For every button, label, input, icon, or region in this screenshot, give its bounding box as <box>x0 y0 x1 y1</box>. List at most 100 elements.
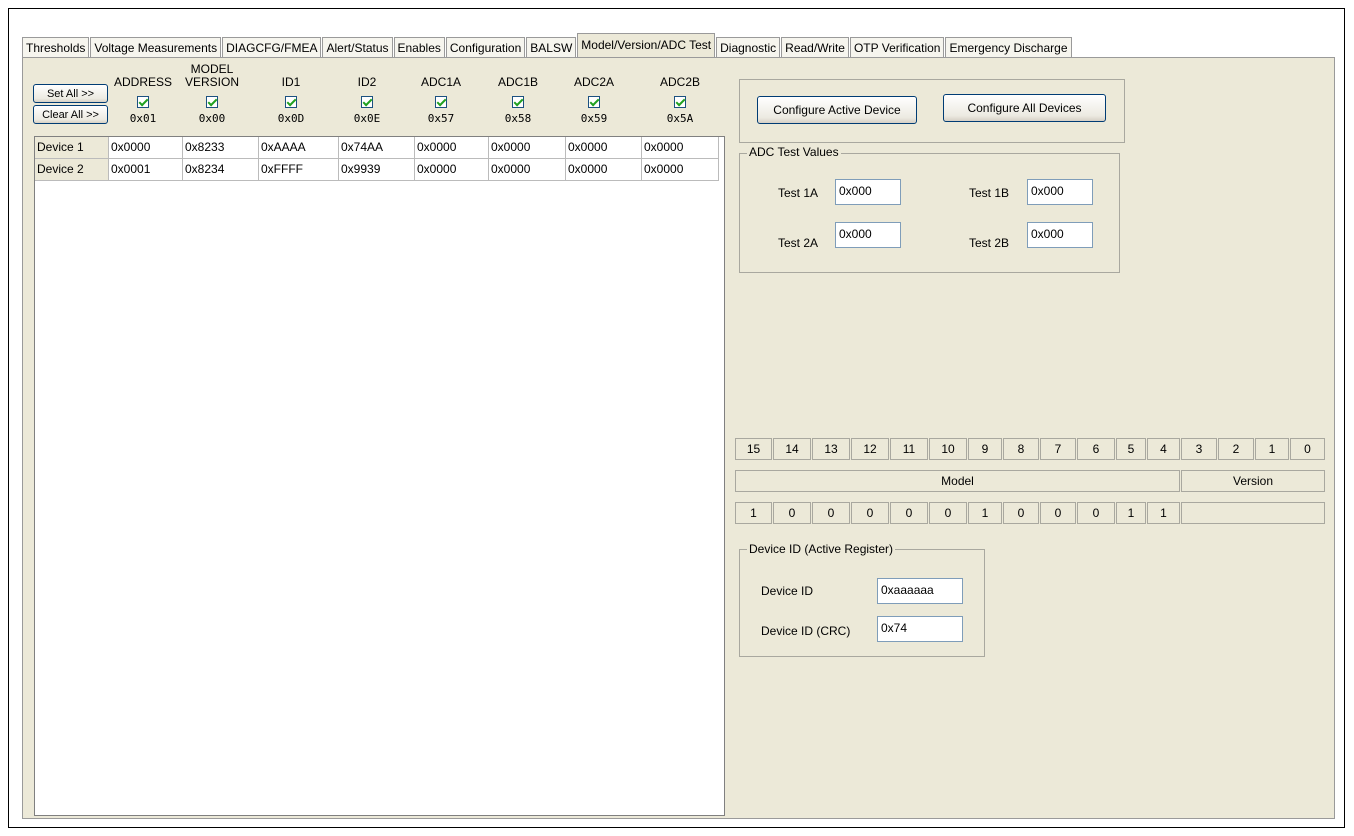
table-cell[interactable]: 0x0000 <box>415 159 489 181</box>
column-address: 0x00 <box>198 112 226 125</box>
bit-header: 3 <box>1181 438 1217 460</box>
bit-header: 9 <box>968 438 1002 460</box>
column-header: ADC1A <box>420 75 461 89</box>
bit-header: 15 <box>735 438 772 460</box>
configure-all-devices-button[interactable]: Configure All Devices <box>943 94 1106 122</box>
tab-balsw[interactable]: BALSW <box>526 37 577 57</box>
column-checkbox[interactable] <box>435 96 447 108</box>
bit-header: 12 <box>851 438 889 460</box>
column-checkbox[interactable] <box>674 96 686 108</box>
column-address: 0x01 <box>129 112 157 125</box>
test-2b-label: Test 2B <box>969 236 1010 250</box>
bit-value: 0 <box>890 502 928 524</box>
column-address: 0x59 <box>580 112 608 125</box>
bit-header: 5 <box>1116 438 1146 460</box>
tab-alert-status[interactable]: Alert/Status <box>322 37 393 57</box>
column-header: ID2 <box>357 75 377 89</box>
column-header: ADC2B <box>659 75 700 89</box>
column-checkbox[interactable] <box>206 96 218 108</box>
column-address: 0x5A <box>666 112 694 125</box>
device-id-crc-input[interactable]: 0x74 <box>877 616 963 642</box>
table-cell[interactable]: 0xAAAA <box>259 137 339 159</box>
column-checkbox[interactable] <box>137 96 149 108</box>
column-header: ADC2A <box>573 75 614 89</box>
set-all-button[interactable]: Set All >> <box>33 84 108 103</box>
bit-value: 1 <box>968 502 1002 524</box>
tab-enables[interactable]: Enables <box>393 37 445 57</box>
column-header: ID1 <box>281 75 301 89</box>
table-cell[interactable]: 0x74AA <box>339 137 415 159</box>
bit-header: 1 <box>1255 438 1289 460</box>
device-id-input[interactable]: 0xaaaaaa <box>877 578 963 604</box>
tab-configuration[interactable]: Configuration <box>445 37 526 57</box>
bit-header: 7 <box>1040 438 1076 460</box>
tab-read-write[interactable]: Read/Write <box>781 37 849 57</box>
table-cell[interactable]: 0x0001 <box>109 159 183 181</box>
tab-emergency-discharge[interactable]: Emergency Discharge <box>945 37 1072 57</box>
table-cell[interactable]: 0x0000 <box>109 137 183 159</box>
adc-test-values-group <box>739 153 1120 273</box>
table-cell[interactable]: 0x0000 <box>642 159 719 181</box>
tab-otp-verification[interactable]: OTP Verification <box>849 37 945 57</box>
row-header[interactable]: Device 2 <box>35 159 109 181</box>
bit-header: 14 <box>773 438 811 460</box>
model-bits-label: Model <box>735 470 1180 492</box>
table-cell[interactable]: 0x8233 <box>183 137 259 159</box>
version-bits-value <box>1181 502 1325 524</box>
table-cell[interactable]: 0x0000 <box>566 159 642 181</box>
device-id-crc-label: Device ID (CRC) <box>761 624 851 638</box>
bit-header: 6 <box>1077 438 1115 460</box>
bit-header: 0 <box>1290 438 1325 460</box>
column-checkbox[interactable] <box>285 96 297 108</box>
tab-thresholds[interactable]: Thresholds <box>22 37 90 57</box>
column-address: 0x58 <box>504 112 532 125</box>
bit-value: 0 <box>773 502 811 524</box>
test-2b-input[interactable]: 0x000 <box>1027 222 1093 248</box>
table-cell[interactable]: 0x0000 <box>642 137 719 159</box>
table-row[interactable]: Device 1 0x0000 0x8233 0xAAAA 0x74AA 0x0000 0x… <box>35 137 719 159</box>
test-1a-input[interactable]: 0x000 <box>835 179 901 205</box>
row-header[interactable]: Device 1 <box>35 137 109 159</box>
tab-diagnostic[interactable]: Diagnostic <box>716 37 781 57</box>
column-checkbox[interactable] <box>512 96 524 108</box>
clear-all-button[interactable]: Clear All >> <box>33 105 108 124</box>
column-header: ADC1B <box>497 75 538 89</box>
test-1b-label: Test 1B <box>969 186 1010 200</box>
tab-diagcfg-fmea[interactable]: DIAGCFG/FMEA <box>222 37 322 57</box>
table-cell[interactable]: 0x8234 <box>183 159 259 181</box>
bit-value: 0 <box>1077 502 1115 524</box>
register-grid[interactable]: Device 1 0x0000 0x8233 0xAAAA 0x74AA 0x0000 0x… <box>34 136 725 816</box>
table-cell[interactable]: 0x0000 <box>489 137 566 159</box>
table-row[interactable]: Device 2 0x0001 0x8234 0xFFFF 0x9939 0x0000 0x… <box>35 159 719 181</box>
device-id-legend: Device ID (Active Register) <box>747 542 896 556</box>
bit-header: 10 <box>929 438 967 460</box>
bit-value: 1 <box>1116 502 1146 524</box>
test-2a-input[interactable]: 0x000 <box>835 222 901 248</box>
bit-header: 8 <box>1003 438 1039 460</box>
tab-model-version-adc-test[interactable]: Model/Version/ADC Test <box>577 33 716 57</box>
version-bits-label: Version <box>1181 470 1325 492</box>
table-cell[interactable]: 0x9939 <box>339 159 415 181</box>
table-cell[interactable]: 0x0000 <box>489 159 566 181</box>
column-header: ADDRESS <box>113 75 172 89</box>
tab-voltage-measurements[interactable]: Voltage Measurements <box>90 37 222 57</box>
table-cell[interactable]: 0xFFFF <box>259 159 339 181</box>
bit-value: 0 <box>1040 502 1076 524</box>
bit-value: 1 <box>1147 502 1180 524</box>
bit-header: 4 <box>1147 438 1180 460</box>
configure-active-device-button[interactable]: Configure Active Device <box>757 96 917 124</box>
column-checkbox[interactable] <box>361 96 373 108</box>
column-address: 0x0D <box>277 112 305 125</box>
column-checkbox[interactable] <box>588 96 600 108</box>
test-1a-label: Test 1A <box>778 186 819 200</box>
bit-value: 0 <box>812 502 850 524</box>
table-cell[interactable]: 0x0000 <box>566 137 642 159</box>
test-1b-input[interactable]: 0x000 <box>1027 179 1093 205</box>
adc-test-values-legend: ADC Test Values <box>747 145 841 159</box>
bit-value: 0 <box>851 502 889 524</box>
bit-value: 1 <box>735 502 772 524</box>
table-cell[interactable]: 0x0000 <box>415 137 489 159</box>
test-2a-label: Test 2A <box>778 236 819 250</box>
bit-header: 13 <box>812 438 850 460</box>
bit-value: 0 <box>1003 502 1039 524</box>
